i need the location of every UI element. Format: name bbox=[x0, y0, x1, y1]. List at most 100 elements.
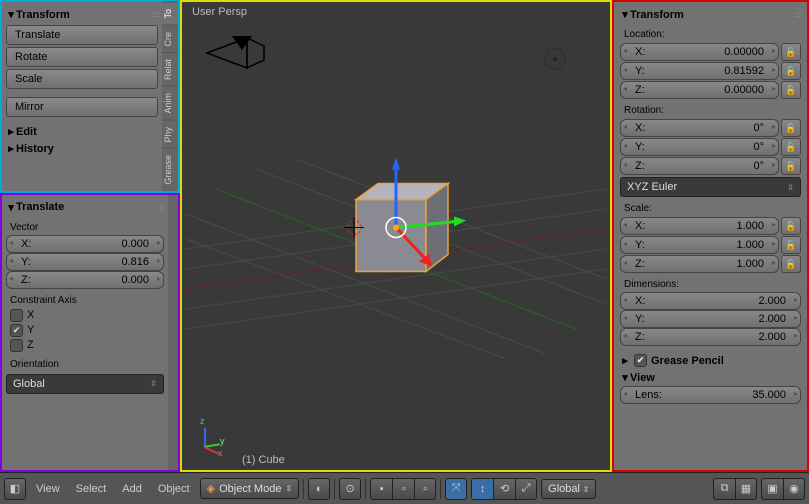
layer-buttons: ▪ ▫ ▫ bbox=[370, 478, 436, 500]
snap-icon[interactable]: ⧉ bbox=[713, 478, 735, 500]
scale-button[interactable]: Scale bbox=[6, 69, 158, 89]
panel-title: Translate bbox=[16, 201, 64, 213]
dimensions-label: Dimensions: bbox=[620, 277, 801, 292]
menu-select[interactable]: Select bbox=[70, 483, 113, 495]
panel-title: Transform bbox=[16, 9, 70, 21]
translate-button[interactable]: Translate bbox=[6, 25, 158, 45]
tab-grease[interactable]: Grease bbox=[162, 148, 178, 191]
layer-2[interactable]: ▫ bbox=[392, 478, 414, 500]
dim-y-field[interactable]: Y:2.000 bbox=[620, 310, 801, 328]
tab-tools[interactable]: To bbox=[162, 2, 178, 25]
dim-z-field[interactable]: Z:2.000 bbox=[620, 328, 801, 346]
vector-z-field[interactable]: Z:0.000 bbox=[6, 271, 164, 289]
pivot-icon[interactable]: ⊙ bbox=[339, 478, 361, 500]
tab-create[interactable]: Cre bbox=[162, 25, 178, 53]
manipulator-toggle[interactable]: ⤧ bbox=[445, 478, 467, 500]
orientation-dropdown[interactable]: Global⇳ bbox=[6, 374, 164, 394]
render-icon[interactable]: ◉ bbox=[783, 478, 805, 500]
transform-panel-header[interactable]: ▾ Transform :::: bbox=[6, 6, 158, 23]
editor-type-icon[interactable]: ◧ bbox=[4, 478, 26, 500]
loc-z-lock[interactable]: 🔓 bbox=[781, 81, 801, 99]
scale-x-lock[interactable]: 🔓 bbox=[781, 217, 801, 235]
orientation-label: Orientation bbox=[6, 357, 164, 372]
dropdown-icon: ⇳ bbox=[150, 379, 157, 388]
loc-y-field[interactable]: Y:0.81592 bbox=[620, 62, 779, 80]
camera-object[interactable] bbox=[202, 28, 272, 78]
viewport-3d[interactable]: User Persp bbox=[180, 0, 612, 472]
loc-x-field[interactable]: X:0.00000 bbox=[620, 43, 779, 61]
manip-scale[interactable]: ⤢ bbox=[515, 478, 537, 500]
rotate-button[interactable]: Rotate bbox=[6, 47, 158, 67]
layer-3[interactable]: ▫ bbox=[414, 478, 436, 500]
rotation-mode-dropdown[interactable]: XYZ Euler⇳ bbox=[620, 177, 801, 197]
rot-y-field[interactable]: Y:0° bbox=[620, 138, 779, 156]
tab-physics[interactable]: Phy bbox=[162, 120, 178, 149]
grease-pencil-checkbox[interactable] bbox=[634, 354, 647, 367]
mode-dropdown[interactable]: ◈ Object Mode ⇳ bbox=[200, 478, 300, 499]
grip-icon: :::: bbox=[157, 203, 164, 212]
mirror-button[interactable]: Mirror bbox=[6, 97, 158, 117]
menu-add[interactable]: Add bbox=[116, 483, 148, 495]
scale-z-field[interactable]: Z:1.000 bbox=[620, 255, 779, 273]
tab-animation[interactable]: Anim bbox=[162, 86, 178, 120]
snap-type-icon[interactable]: ▦ bbox=[735, 478, 757, 500]
scale-x-field[interactable]: X:1.000 bbox=[620, 217, 779, 235]
vector-y-field[interactable]: Y:0.816 bbox=[6, 253, 164, 271]
tool-tabs: To Cre Relat Anim Phy Grease bbox=[162, 2, 178, 191]
scale-label: Scale: bbox=[620, 201, 801, 216]
rot-z-lock[interactable]: 🔓 bbox=[781, 157, 801, 175]
layer-1[interactable]: ▪ bbox=[370, 478, 392, 500]
manip-rotate[interactable]: ⟲ bbox=[493, 478, 515, 500]
constraint-x-label: X bbox=[27, 309, 34, 321]
vector-x-field[interactable]: X:0.000 bbox=[6, 235, 164, 253]
shading-mode-icon[interactable]: ◐ bbox=[308, 478, 330, 500]
n-transform-header[interactable]: ▾ Transform :::: bbox=[620, 6, 801, 23]
lamp-object[interactable] bbox=[540, 44, 570, 74]
location-label: Location: bbox=[620, 27, 801, 42]
dropdown-icon: ⇳ bbox=[787, 183, 794, 192]
scale-y-field[interactable]: Y:1.000 bbox=[620, 236, 779, 254]
panel-title: Grease Pencil bbox=[651, 355, 724, 367]
rot-x-lock[interactable]: 🔓 bbox=[781, 119, 801, 137]
dim-x-field[interactable]: X:2.000 bbox=[620, 292, 801, 310]
collapse-icon: ▾ bbox=[620, 371, 630, 384]
translate-panel-header[interactable]: ▾ Translate :::: bbox=[6, 199, 164, 216]
view-panel-header[interactable]: ▾ View bbox=[620, 369, 801, 386]
menu-object[interactable]: Object bbox=[152, 483, 196, 495]
tab-relations[interactable]: Relat bbox=[162, 52, 178, 86]
loc-z-field[interactable]: Z:0.00000 bbox=[620, 81, 779, 99]
panel-title: Transform bbox=[630, 9, 684, 21]
transform-orientation-dropdown[interactable]: Global ⇳ bbox=[541, 479, 596, 499]
cube-object[interactable] bbox=[316, 150, 476, 323]
loc-y-lock[interactable]: 🔓 bbox=[781, 62, 801, 80]
rot-z-field[interactable]: Z:0° bbox=[620, 157, 779, 175]
scale-y-lock[interactable]: 🔓 bbox=[781, 236, 801, 254]
constraint-label: Constraint Axis bbox=[6, 293, 164, 308]
panel-title: History bbox=[16, 143, 54, 155]
expand-icon: ▸ bbox=[620, 354, 630, 367]
render-preview-icon[interactable]: ▣ bbox=[761, 478, 783, 500]
grease-pencil-header[interactable]: ▸ Grease Pencil bbox=[620, 352, 801, 369]
menu-view[interactable]: View bbox=[30, 483, 66, 495]
constraint-z-checkbox[interactable] bbox=[10, 339, 23, 352]
active-object-label: (1) Cube bbox=[242, 454, 285, 466]
scale-z-lock[interactable]: 🔓 bbox=[781, 255, 801, 273]
constraint-y-label: Y bbox=[27, 324, 34, 336]
lens-field[interactable]: Lens:35.000 bbox=[620, 386, 801, 404]
expand-icon: ▸ bbox=[6, 125, 16, 138]
vector-label: Vector bbox=[6, 220, 164, 235]
constraint-x-checkbox[interactable] bbox=[10, 309, 23, 322]
collapse-icon: ▾ bbox=[6, 8, 16, 21]
rot-x-field[interactable]: X:0° bbox=[620, 119, 779, 137]
edit-panel-header[interactable]: ▸ Edit bbox=[6, 123, 158, 140]
viewport-label: User Persp bbox=[192, 6, 247, 18]
axis-widget: z y x bbox=[192, 420, 232, 460]
dropdown-icon: ⇳ bbox=[285, 484, 292, 493]
grip-icon: :::: bbox=[151, 10, 158, 19]
loc-x-lock[interactable]: 🔓 bbox=[781, 43, 801, 61]
history-panel-header[interactable]: ▸ History bbox=[6, 140, 158, 157]
constraint-y-checkbox[interactable] bbox=[10, 324, 23, 337]
manip-translate[interactable]: ↕ bbox=[471, 478, 493, 500]
expand-icon: ▸ bbox=[6, 142, 16, 155]
rot-y-lock[interactable]: 🔓 bbox=[781, 138, 801, 156]
